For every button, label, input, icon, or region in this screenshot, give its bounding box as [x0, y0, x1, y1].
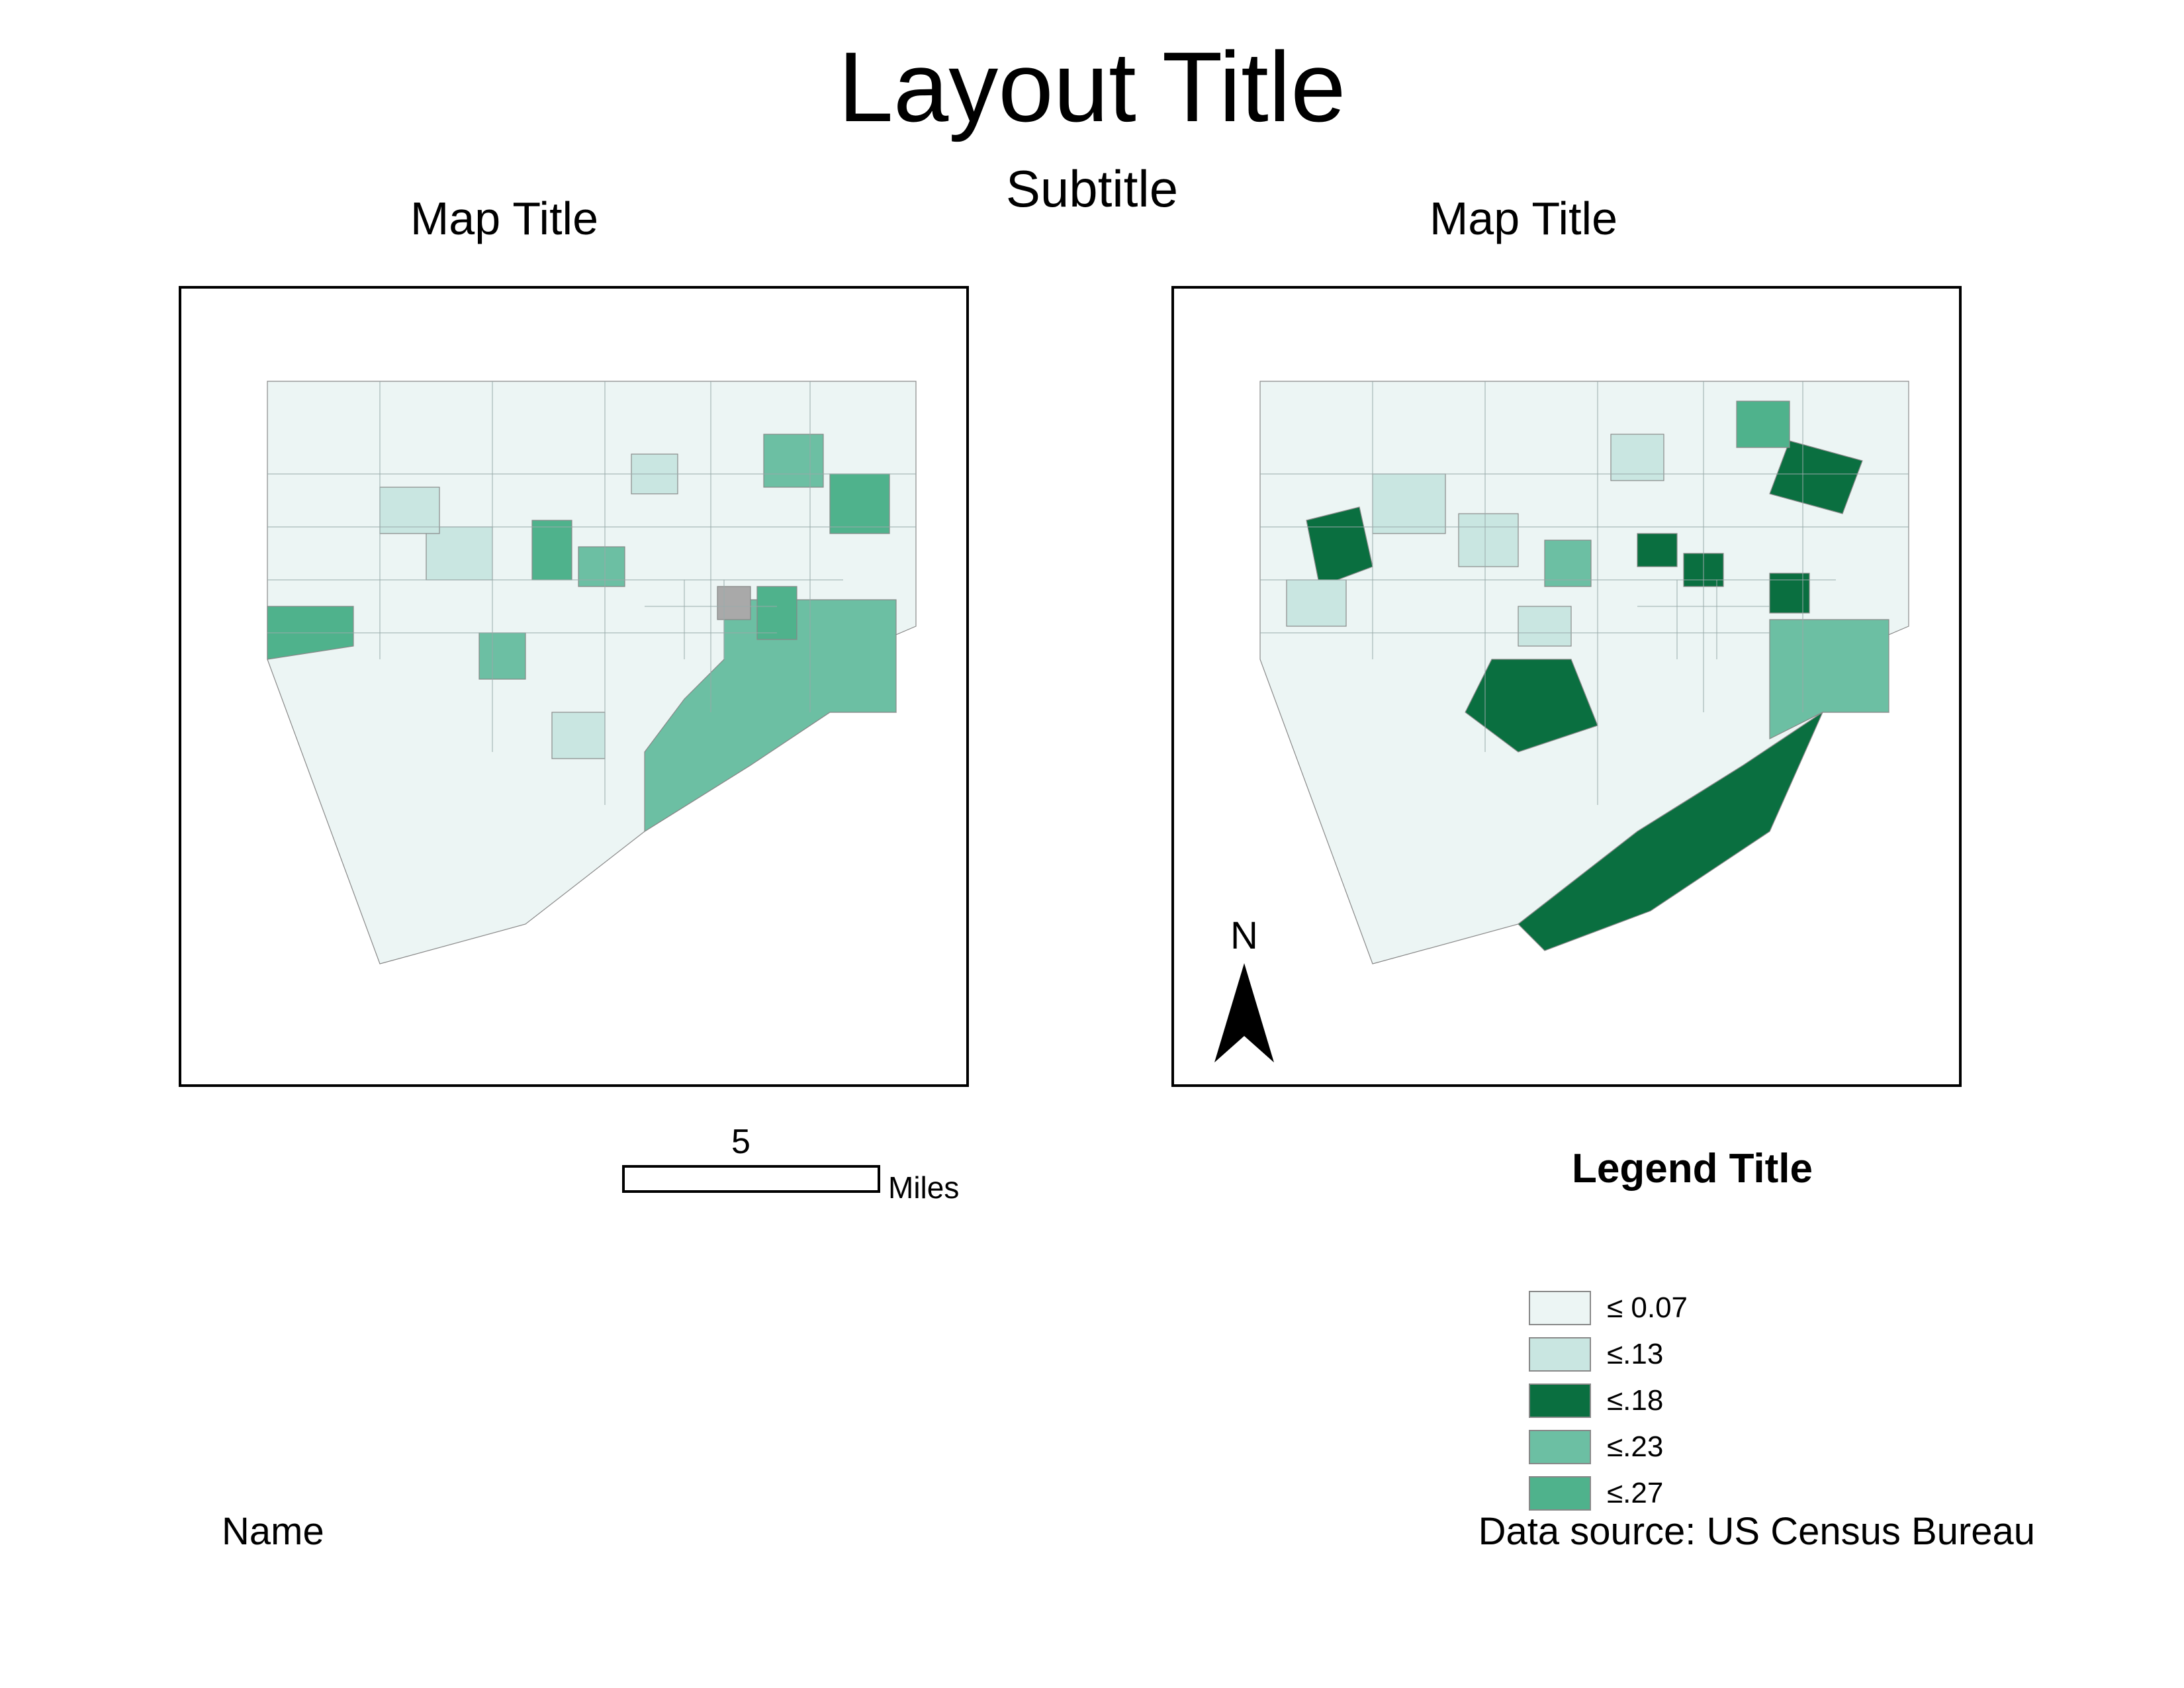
legend-label: ≤.18 [1607, 1384, 1663, 1417]
legend-title: Legend Title [1572, 1145, 1903, 1192]
map-layout-canvas: Layout Title Subtitle Map Title Map Titl… [0, 0, 2184, 1688]
legend-item: ≤ 0.07 [1529, 1291, 1992, 1325]
map-title-left: Map Title [410, 192, 598, 245]
footer-data-source: Data source: US Census Bureau [1479, 1509, 2035, 1554]
north-arrow: N [1211, 914, 1277, 1069]
layout-title: Layout Title [0, 30, 2184, 144]
legend-item: ≤.13 [1529, 1337, 1992, 1372]
legend-swatch [1529, 1476, 1591, 1511]
legend-item: ≤.18 [1529, 1383, 1992, 1418]
scale-value: 5 [731, 1122, 751, 1162]
legend-item: ≤.23 [1529, 1430, 1992, 1464]
choropleth-map-left [181, 289, 969, 1087]
legend-swatch [1529, 1291, 1591, 1325]
layout-subtitle: Subtitle [0, 159, 2184, 219]
scale-unit: Miles [888, 1170, 959, 1205]
legend-swatch [1529, 1430, 1591, 1464]
legend-swatch [1529, 1337, 1591, 1372]
north-label: N [1211, 914, 1277, 958]
choropleth-map-right [1174, 289, 1962, 1087]
legend-label: ≤.23 [1607, 1430, 1663, 1464]
legend-label: ≤.13 [1607, 1338, 1663, 1371]
legend-label: ≤ 0.07 [1607, 1291, 1688, 1325]
footer-name: Name [222, 1509, 324, 1554]
map-frame-right [1171, 286, 1962, 1087]
legend-label: ≤.27 [1607, 1477, 1663, 1510]
map-title-right: Map Title [1430, 192, 1617, 245]
legend: Legend Title ≤ 0.07 ≤.13 ≤.18 ≤.23 ≤.27 [1529, 1291, 1992, 1523]
map-frame-left [179, 286, 969, 1087]
scale-bar-rect [622, 1165, 880, 1193]
north-arrow-icon [1211, 963, 1277, 1069]
legend-swatch [1529, 1383, 1591, 1418]
legend-item: ≤.27 [1529, 1476, 1992, 1511]
